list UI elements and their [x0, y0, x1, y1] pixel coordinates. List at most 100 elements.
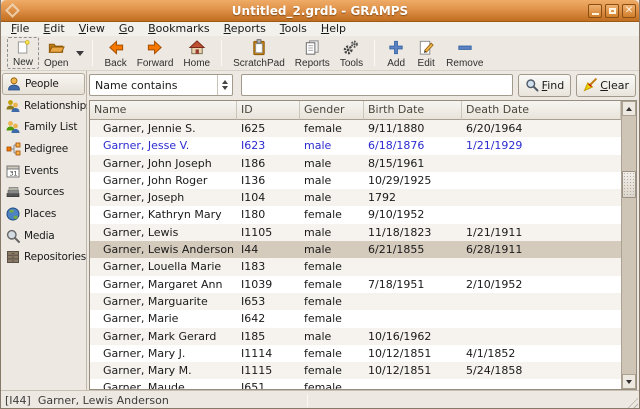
- filter-field-combo[interactable]: Name contains: [89, 74, 233, 96]
- vertical-scrollbar[interactable]: [621, 101, 636, 389]
- table-row[interactable]: Garner, LewisI1105male11/18/18231/21/191…: [90, 224, 621, 241]
- cell-gender: male: [300, 189, 364, 206]
- toolbar-label: New: [13, 57, 33, 68]
- table-row[interactable]: Garner, John RogerI136male10/29/1925: [90, 172, 621, 189]
- cell-name: Garner, Margaret Ann: [90, 276, 237, 293]
- cell-death: 1/21/1929: [462, 137, 621, 154]
- cell-name: Garner, Joseph: [90, 189, 237, 206]
- cell-id: I653: [237, 293, 300, 310]
- titlebar[interactable]: Untitled_2.grdb - GRAMPS ✕: [1, 0, 639, 22]
- new-button[interactable]: New: [7, 37, 39, 69]
- cell-id: I625: [237, 120, 300, 137]
- open-button[interactable]: Open: [39, 37, 73, 69]
- sidebar-item-places[interactable]: Places: [1, 203, 86, 225]
- toolbar-label: ScratchPad: [233, 58, 285, 69]
- toolbar-label: Remove: [446, 58, 483, 69]
- table-row[interactable]: Garner, MarguariteI653female: [90, 293, 621, 310]
- cell-id: I1105: [237, 224, 300, 241]
- cell-birth: [364, 379, 462, 389]
- chevron-down-icon: [76, 51, 84, 56]
- table-row[interactable]: Garner, Kathryn MaryI180female9/10/1952: [90, 206, 621, 223]
- cell-birth: 7/18/1951: [364, 276, 462, 293]
- clear-button[interactable]: Clear: [576, 74, 636, 97]
- toolbar-label: Reports: [295, 58, 330, 69]
- menu-go[interactable]: Go: [112, 22, 141, 36]
- add-plus-icon: [386, 38, 406, 57]
- sidebar-item-events[interactable]: 31 Events: [1, 160, 86, 182]
- resize-grip[interactable]: [625, 395, 638, 408]
- app-icon: [5, 3, 20, 18]
- scroll-down-button[interactable]: [622, 374, 636, 389]
- scrollbar-thumb[interactable]: [622, 171, 636, 198]
- table-row[interactable]: Garner, MaudeI651female: [90, 379, 621, 389]
- column-header-gender[interactable]: Gender: [300, 101, 364, 120]
- cell-name: Garner, Marguarite: [90, 293, 237, 310]
- column-header-id[interactable]: ID: [237, 101, 300, 120]
- close-icon: ✕: [625, 6, 633, 16]
- close-button[interactable]: ✕: [622, 4, 636, 18]
- menu-reports[interactable]: Reports: [217, 22, 273, 36]
- reports-button[interactable]: Reports: [290, 37, 335, 69]
- table-row[interactable]: Garner, Jennie S.I625female9/11/18806/20…: [90, 120, 621, 137]
- table-row[interactable]: Garner, Louella MarieI183female: [90, 258, 621, 275]
- sidebar-item-label: Family List: [24, 121, 77, 133]
- find-magnifier-icon: [525, 78, 539, 92]
- find-button[interactable]: Find: [518, 74, 572, 97]
- table-row[interactable]: Garner, Lewis AndersonI44male6/21/18556/…: [90, 241, 621, 258]
- filter-entry[interactable]: [241, 74, 513, 96]
- menu-file[interactable]: File: [4, 22, 36, 36]
- column-header-name[interactable]: Name: [90, 101, 237, 120]
- combo-spinner[interactable]: [217, 75, 232, 95]
- sidebar-item-pedigree[interactable]: Pedigree: [1, 138, 86, 160]
- pedigree-icon: [5, 141, 21, 157]
- sidebar-item-people[interactable]: People: [2, 73, 85, 95]
- arrow-up-icon: [626, 107, 632, 111]
- back-button[interactable]: Back: [99, 37, 131, 69]
- edit-button[interactable]: Edit: [411, 37, 441, 69]
- cell-name: Garner, Mary J.: [90, 345, 237, 362]
- scratchpad-button[interactable]: ScratchPad: [228, 37, 290, 69]
- table-row[interactable]: Garner, Mark GerardI185male10/16/1962: [90, 328, 621, 345]
- remove-button[interactable]: Remove: [441, 37, 488, 69]
- cell-gender: male: [300, 155, 364, 172]
- cell-birth: [364, 293, 462, 310]
- column-header-birth[interactable]: Birth Date: [364, 101, 462, 120]
- menu-bookmarks[interactable]: Bookmarks: [141, 22, 216, 36]
- sidebar-item-repositories[interactable]: Repositories: [1, 247, 86, 269]
- menu-help[interactable]: Help: [314, 22, 353, 36]
- cell-birth: [364, 310, 462, 327]
- table-row[interactable]: Garner, MarieI642female: [90, 310, 621, 327]
- cell-gender: male: [300, 224, 364, 241]
- home-button[interactable]: Home: [178, 37, 215, 69]
- menu-view[interactable]: View: [72, 22, 112, 36]
- sidebar-item-family-list[interactable]: Family List: [1, 116, 86, 138]
- menu-tools[interactable]: Tools: [273, 22, 314, 36]
- tools-button[interactable]: Tools: [335, 37, 368, 69]
- scrollbar-track[interactable]: [622, 116, 636, 374]
- reports-icon: [302, 38, 322, 57]
- cell-death: 6/28/1911: [462, 241, 621, 258]
- table-row[interactable]: Garner, Mary J.I1114female10/12/18514/1/…: [90, 345, 621, 362]
- forward-button[interactable]: Forward: [132, 37, 179, 69]
- table-row[interactable]: Garner, Mary M.I1115female10/12/18515/24…: [90, 362, 621, 379]
- sidebar-item-relationships[interactable]: Relationships: [1, 95, 86, 117]
- cell-gender: female: [300, 379, 364, 389]
- sidebar-item-media[interactable]: Media: [1, 225, 86, 247]
- cell-birth: [364, 258, 462, 275]
- cell-death: 5/24/1858: [462, 362, 621, 379]
- maximize-button[interactable]: [605, 4, 619, 18]
- table-row[interactable]: Garner, John JosephI186male8/15/1961: [90, 155, 621, 172]
- cell-birth: 6/21/1855: [364, 241, 462, 258]
- sidebar-item-sources[interactable]: Sources: [1, 181, 86, 203]
- scroll-up-button[interactable]: [622, 101, 636, 116]
- open-dropdown-button[interactable]: [73, 37, 86, 69]
- add-button[interactable]: Add: [381, 37, 411, 69]
- cell-birth: 10/16/1962: [364, 328, 462, 345]
- menu-edit[interactable]: Edit: [36, 22, 71, 36]
- column-header-death[interactable]: Death Date: [462, 101, 621, 120]
- table-row[interactable]: Garner, JosephI104male1792: [90, 189, 621, 206]
- cell-id: I186: [237, 155, 300, 172]
- minimize-button[interactable]: [588, 4, 602, 18]
- table-row[interactable]: Garner, Jesse V.I623male6/18/18761/21/19…: [90, 137, 621, 154]
- table-row[interactable]: Garner, Margaret AnnI1039female7/18/1951…: [90, 276, 621, 293]
